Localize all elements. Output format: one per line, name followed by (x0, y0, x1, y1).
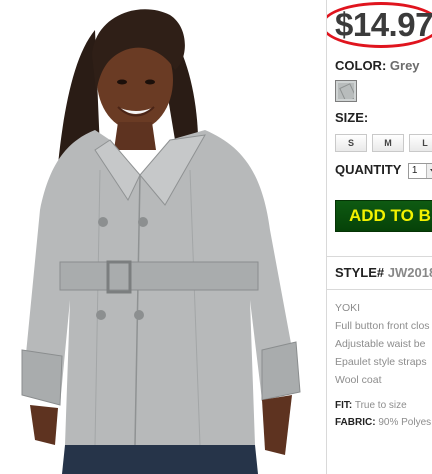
add-to-bag-button[interactable]: ADD TO B (335, 200, 432, 232)
fit-label: FIT: (335, 400, 353, 411)
feature-item: Wool coat (335, 374, 382, 386)
section-divider (327, 256, 432, 257)
product-image[interactable] (0, 0, 326, 474)
size-options: SML (335, 133, 432, 152)
size-button-l[interactable]: L (409, 134, 432, 152)
price-highlight: $14.97 (327, 2, 432, 48)
fabric-value: 90% Polyes (378, 417, 432, 428)
product-details-panel: $14.97 COLOR: Grey SIZE: SML QUANTITY 1 … (327, 0, 432, 474)
feature-item: Full button front clos (335, 320, 430, 332)
fabric-row: FABRIC: 90% Polyes (335, 417, 431, 428)
coat-swatch-icon (338, 83, 354, 99)
color-row: COLOR: Grey (335, 58, 420, 73)
fabric-label: FABRIC: (335, 417, 376, 428)
quantity-value: 1 (411, 164, 418, 176)
size-label: SIZE: (335, 110, 369, 125)
color-swatch-grey[interactable] (335, 80, 357, 102)
color-label: COLOR: (335, 58, 387, 73)
chevron-down-icon (425, 163, 432, 178)
size-button-m[interactable]: M (372, 134, 404, 152)
style-label: STYLE# (335, 265, 385, 280)
quantity-row: QUANTITY 1 (335, 162, 432, 179)
feature-item: Epaulet style straps (335, 356, 427, 368)
fit-value: True to size (354, 400, 407, 411)
style-value: JW2018 (387, 265, 432, 280)
section-divider (327, 289, 432, 290)
style-number-row: STYLE# JW2018 (335, 265, 432, 280)
feature-item: Adjustable waist be (335, 338, 426, 350)
color-value: Grey (389, 58, 420, 73)
quantity-label: QUANTITY (335, 162, 402, 177)
brand-name: YOKI (335, 302, 361, 314)
product-description: YOKI Full button front clos Adjustable w… (335, 301, 430, 391)
price: $14.97 (335, 6, 432, 43)
quantity-select[interactable]: 1 (407, 162, 432, 179)
model-wearing-coat-illustration (21, 9, 301, 474)
fit-row: FIT: True to size (335, 400, 407, 411)
size-button-s[interactable]: S (335, 134, 367, 152)
